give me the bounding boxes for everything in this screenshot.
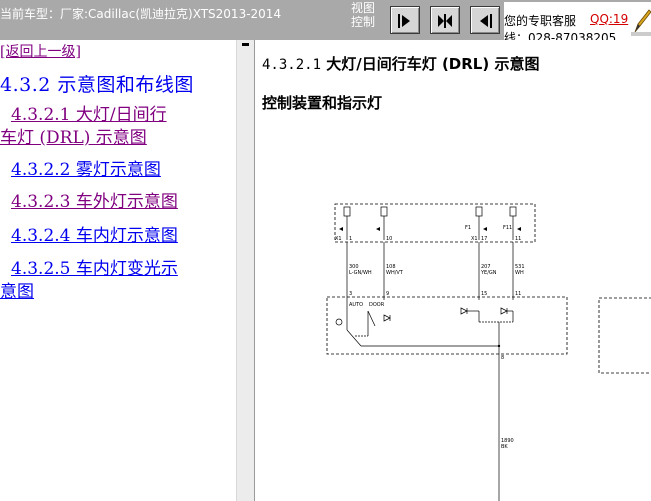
led-icon [383,314,391,322]
nav-item-interior-dimming[interactable]: 4.3.2.5 车内灯变光示 意图 [0,258,178,304]
view-control-line1: 视图 [351,1,376,15]
view-control-label: 视图 控制 [351,1,381,29]
pin-label: 11 [515,291,521,297]
fuse-label: F11 [503,225,512,231]
top-toolbar: 当前车型：厂家:Cadillac(凯迪拉克)XTS2013-2014 视图 控制… [0,0,651,40]
connector-label: X1 [471,236,478,242]
fuse-label: F1 [465,225,471,231]
adjacent-module-outline [598,297,651,374]
customer-service-box: 您的专职客服 QQ:19 线：028-87038205 [504,2,651,40]
indicator-icon [335,318,343,326]
show-both-panels-button[interactable] [430,6,460,34]
back-to-parent-link[interactable]: [返回上一级] [0,41,81,61]
switch-label: AUTO [349,302,363,308]
pin-label: 3 [349,291,352,297]
nav-item-line: 4.3.2.5 车内灯变光示 [11,259,178,279]
led-icon [500,307,508,315]
pin-label: 17 [481,236,487,242]
expand-left-icon [480,14,492,28]
expand-right-icon [398,14,410,28]
qq-link[interactable]: QQ:19 [590,12,628,26]
wire-color: BK [501,444,508,450]
nav-item-line: 4.3.2.2 雾灯示意图 [11,160,161,180]
show-left-panel-button[interactable] [390,6,420,34]
nav-item-line: 意图 [0,282,34,302]
wiring-diagram[interactable]: X1 1 10 F1 X1 17 F11 11 300 L-GN/WH 108 … [325,196,651,501]
arrow-icon [517,227,521,231]
nav-item-line: 4.3.2.4 车内灯示意图 [11,226,178,246]
arrow-icon [339,227,343,231]
nav-item-interior-lamp[interactable]: 4.3.2.4 车内灯示意图 [11,225,178,248]
pin-label: 11 [515,236,521,242]
page-title-number: 4.3.2.1 [262,57,322,73]
fuse-block-outline [334,203,536,243]
content-panel: 4.3.2.1 大灯/日间行车灯 (DRL) 示意图 控制装置和指示灯 X1 1… [255,40,651,501]
page-subtitle: 控制装置和指示灯 [262,94,383,112]
wire-color: WH [515,270,524,276]
nav-item-exterior-lamp[interactable]: 4.3.2.3 车外灯示意图 [11,191,178,214]
page-title: 4.3.2.1 大灯/日间行车灯 (DRL) 示意图 [262,53,539,74]
current-car-label: 当前车型：厂家:Cadillac(凯迪拉克)XTS2013-2014 [0,7,282,21]
show-right-panel-button[interactable] [470,6,500,34]
split-view-icon [438,14,452,28]
page-title-text: 大灯/日间行车灯 (DRL) 示意图 [326,55,540,73]
pin-label: 10 [386,236,392,242]
pin-label: 1 [349,236,352,242]
arrow-icon [376,227,380,231]
pin-label: 9 [386,291,389,297]
navigation-panel: [返回上一级] 4.3.2 示意图和布线图 4.3.2.1 大灯/日间行 车灯 … [0,40,236,501]
wire-color: L-GN/WH [349,270,372,276]
arrow-icon [483,227,487,231]
pencil-icon [631,9,651,36]
nav-item-headlamp-drl[interactable]: 4.3.2.1 大灯/日间行 车灯 (DRL) 示意图 [0,104,167,150]
nav-item-line: 车灯 (DRL) 示意图 [0,128,147,148]
panel-splitter[interactable] [236,40,255,501]
pin-label: 15 [481,291,487,297]
nav-item-fog-lamp[interactable]: 4.3.2.2 雾灯示意图 [11,159,161,182]
wire-color: YE/GN [480,270,497,276]
phone-text: 线：028-87038205 [504,31,617,40]
view-control-line2: 控制 [351,15,376,29]
splitter-grip-icon [242,43,249,46]
support-text: 您的专职客服 [504,14,577,28]
section-heading: 4.3.2 示意图和布线图 [0,74,194,96]
led-icon [460,307,468,315]
switch-label: DOOR [369,302,385,308]
nav-item-line: 4.3.2.3 车外灯示意图 [11,192,178,212]
connector-label: X1 [335,236,342,242]
nav-item-line: 4.3.2.1 大灯/日间行 [11,105,167,125]
pin-label: 8 [501,355,504,361]
wire-color: WH/VT [386,270,404,276]
